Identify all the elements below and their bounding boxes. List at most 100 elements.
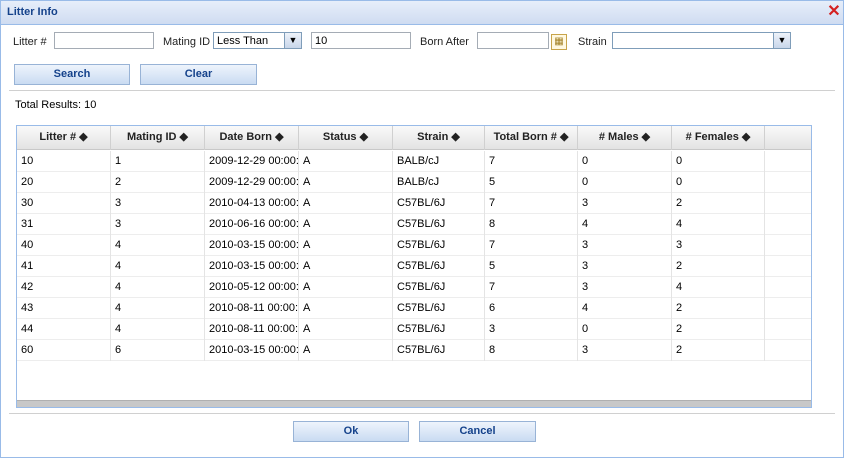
table-row[interactable]: 30 3 2010-04-13 00:00:0 A C57BL/6J 7 3 2 (17, 193, 811, 214)
cell-litter: 31 (17, 214, 111, 235)
strain-select[interactable]: ▼ (612, 32, 791, 49)
cell-total-born: 8 (485, 340, 578, 361)
cell-filler (765, 172, 811, 193)
cell-mating-id: 2 (111, 172, 205, 193)
cell-date-born: 2010-05-12 00:00:0 (205, 277, 299, 298)
cell-males: 3 (578, 193, 672, 214)
search-button[interactable]: Search (14, 64, 130, 85)
table-row[interactable]: 41 4 2010-03-15 00:00:0 A C57BL/6J 5 3 2 (17, 256, 811, 277)
close-icon[interactable]: ✕ (826, 4, 842, 20)
cell-filler (765, 235, 811, 256)
table-row[interactable]: 42 4 2010-05-12 00:00:0 A C57BL/6J 7 3 4 (17, 277, 811, 298)
dialog-title: Litter Info (7, 6, 58, 18)
column-header-females[interactable]: # Females ◆ (672, 126, 765, 150)
born-after-input[interactable] (477, 32, 549, 49)
table-row[interactable]: 31 3 2010-06-16 00:00:0 A C57BL/6J 8 4 4 (17, 214, 811, 235)
cell-total-born: 7 (485, 277, 578, 298)
column-header-litter[interactable]: Litter # ◆ (17, 126, 111, 150)
cell-strain: C57BL/6J (393, 277, 485, 298)
cell-date-born: 2010-08-11 00:00:0 (205, 319, 299, 340)
cell-strain: C57BL/6J (393, 214, 485, 235)
column-header-date-born[interactable]: Date Born ◆ (205, 126, 299, 150)
cell-date-born: 2010-03-15 00:00:0 (205, 256, 299, 277)
cell-females: 0 (672, 151, 765, 172)
cell-status: A (299, 235, 393, 256)
cell-mating-id: 3 (111, 193, 205, 214)
column-header-strain[interactable]: Strain ◆ (393, 126, 485, 150)
cell-total-born: 8 (485, 214, 578, 235)
cell-mating-id: 4 (111, 319, 205, 340)
cell-status: A (299, 151, 393, 172)
cell-status: A (299, 319, 393, 340)
cell-filler (765, 214, 811, 235)
table-row[interactable]: 43 4 2010-08-11 00:00:0 A C57BL/6J 6 4 2 (17, 298, 811, 319)
cell-males: 4 (578, 298, 672, 319)
cell-strain: BALB/cJ (393, 172, 485, 193)
cell-status: A (299, 340, 393, 361)
chevron-down-icon[interactable]: ▼ (284, 33, 301, 48)
cell-females: 0 (672, 172, 765, 193)
cell-females: 2 (672, 193, 765, 214)
calendar-icon[interactable]: ▦ (551, 34, 567, 50)
cell-females: 3 (672, 235, 765, 256)
cell-mating-id: 6 (111, 340, 205, 361)
cell-date-born: 2010-06-16 00:00:0 (205, 214, 299, 235)
cell-litter: 42 (17, 277, 111, 298)
clear-button[interactable]: Clear (140, 64, 257, 85)
cell-mating-id: 4 (111, 277, 205, 298)
cell-date-born: 2010-03-15 00:00:0 (205, 340, 299, 361)
column-header-males[interactable]: # Males ◆ (578, 126, 672, 150)
cell-filler (765, 256, 811, 277)
column-header-status[interactable]: Status ◆ (299, 126, 393, 150)
cell-strain: C57BL/6J (393, 340, 485, 361)
mating-operator-select[interactable]: Less Than ▼ (213, 32, 302, 49)
cell-males: 0 (578, 319, 672, 340)
cell-litter: 30 (17, 193, 111, 214)
column-header-mating-id[interactable]: Mating ID ◆ (111, 126, 205, 150)
ok-button[interactable]: Ok (293, 421, 409, 442)
table-row[interactable]: 44 4 2010-08-11 00:00:0 A C57BL/6J 3 0 2 (17, 319, 811, 340)
mating-id-input[interactable] (311, 32, 411, 49)
cell-status: A (299, 214, 393, 235)
cell-status: A (299, 277, 393, 298)
column-header-total-born[interactable]: Total Born # ◆ (485, 126, 578, 150)
cell-date-born: 2010-04-13 00:00:0 (205, 193, 299, 214)
cell-filler (765, 151, 811, 172)
cell-total-born: 7 (485, 235, 578, 256)
cell-filler (765, 340, 811, 361)
litter-info-dialog: Litter Info ✕ Litter # Mating ID Less Th… (0, 0, 844, 458)
table-row[interactable]: 10 1 2009-12-29 00:00:0 A BALB/cJ 7 0 0 (17, 151, 811, 172)
cell-males: 3 (578, 235, 672, 256)
cell-litter: 20 (17, 172, 111, 193)
cancel-button[interactable]: Cancel (419, 421, 536, 442)
cell-males: 3 (578, 340, 672, 361)
cell-status: A (299, 193, 393, 214)
horizontal-scrollbar[interactable] (17, 400, 811, 407)
cell-total-born: 6 (485, 298, 578, 319)
cell-females: 2 (672, 298, 765, 319)
cell-filler (765, 277, 811, 298)
cell-filler (765, 193, 811, 214)
cell-mating-id: 4 (111, 256, 205, 277)
cell-strain: C57BL/6J (393, 193, 485, 214)
table-row[interactable]: 40 4 2010-03-15 00:00:0 A C57BL/6J 7 3 3 (17, 235, 811, 256)
cell-females: 4 (672, 277, 765, 298)
table-row[interactable]: 20 2 2009-12-29 00:00:0 A BALB/cJ 5 0 0 (17, 172, 811, 193)
cell-males: 0 (578, 172, 672, 193)
cell-mating-id: 4 (111, 235, 205, 256)
strain-label: Strain (578, 36, 607, 48)
table-row[interactable]: 60 6 2010-03-15 00:00:0 A C57BL/6J 8 3 2 (17, 340, 811, 361)
grid-header: Litter # ◆ Mating ID ◆ Date Born ◆ Statu… (17, 126, 811, 150)
cell-males: 3 (578, 256, 672, 277)
cell-strain: C57BL/6J (393, 235, 485, 256)
cell-strain: BALB/cJ (393, 151, 485, 172)
born-after-label: Born After (420, 36, 469, 48)
cell-total-born: 7 (485, 151, 578, 172)
cell-females: 2 (672, 256, 765, 277)
title-bar: Litter Info ✕ (1, 1, 843, 25)
litter-input[interactable] (54, 32, 154, 49)
cell-litter: 44 (17, 319, 111, 340)
mating-operator-value: Less Than (217, 35, 269, 47)
chevron-down-icon[interactable]: ▼ (773, 33, 790, 48)
cell-males: 0 (578, 151, 672, 172)
